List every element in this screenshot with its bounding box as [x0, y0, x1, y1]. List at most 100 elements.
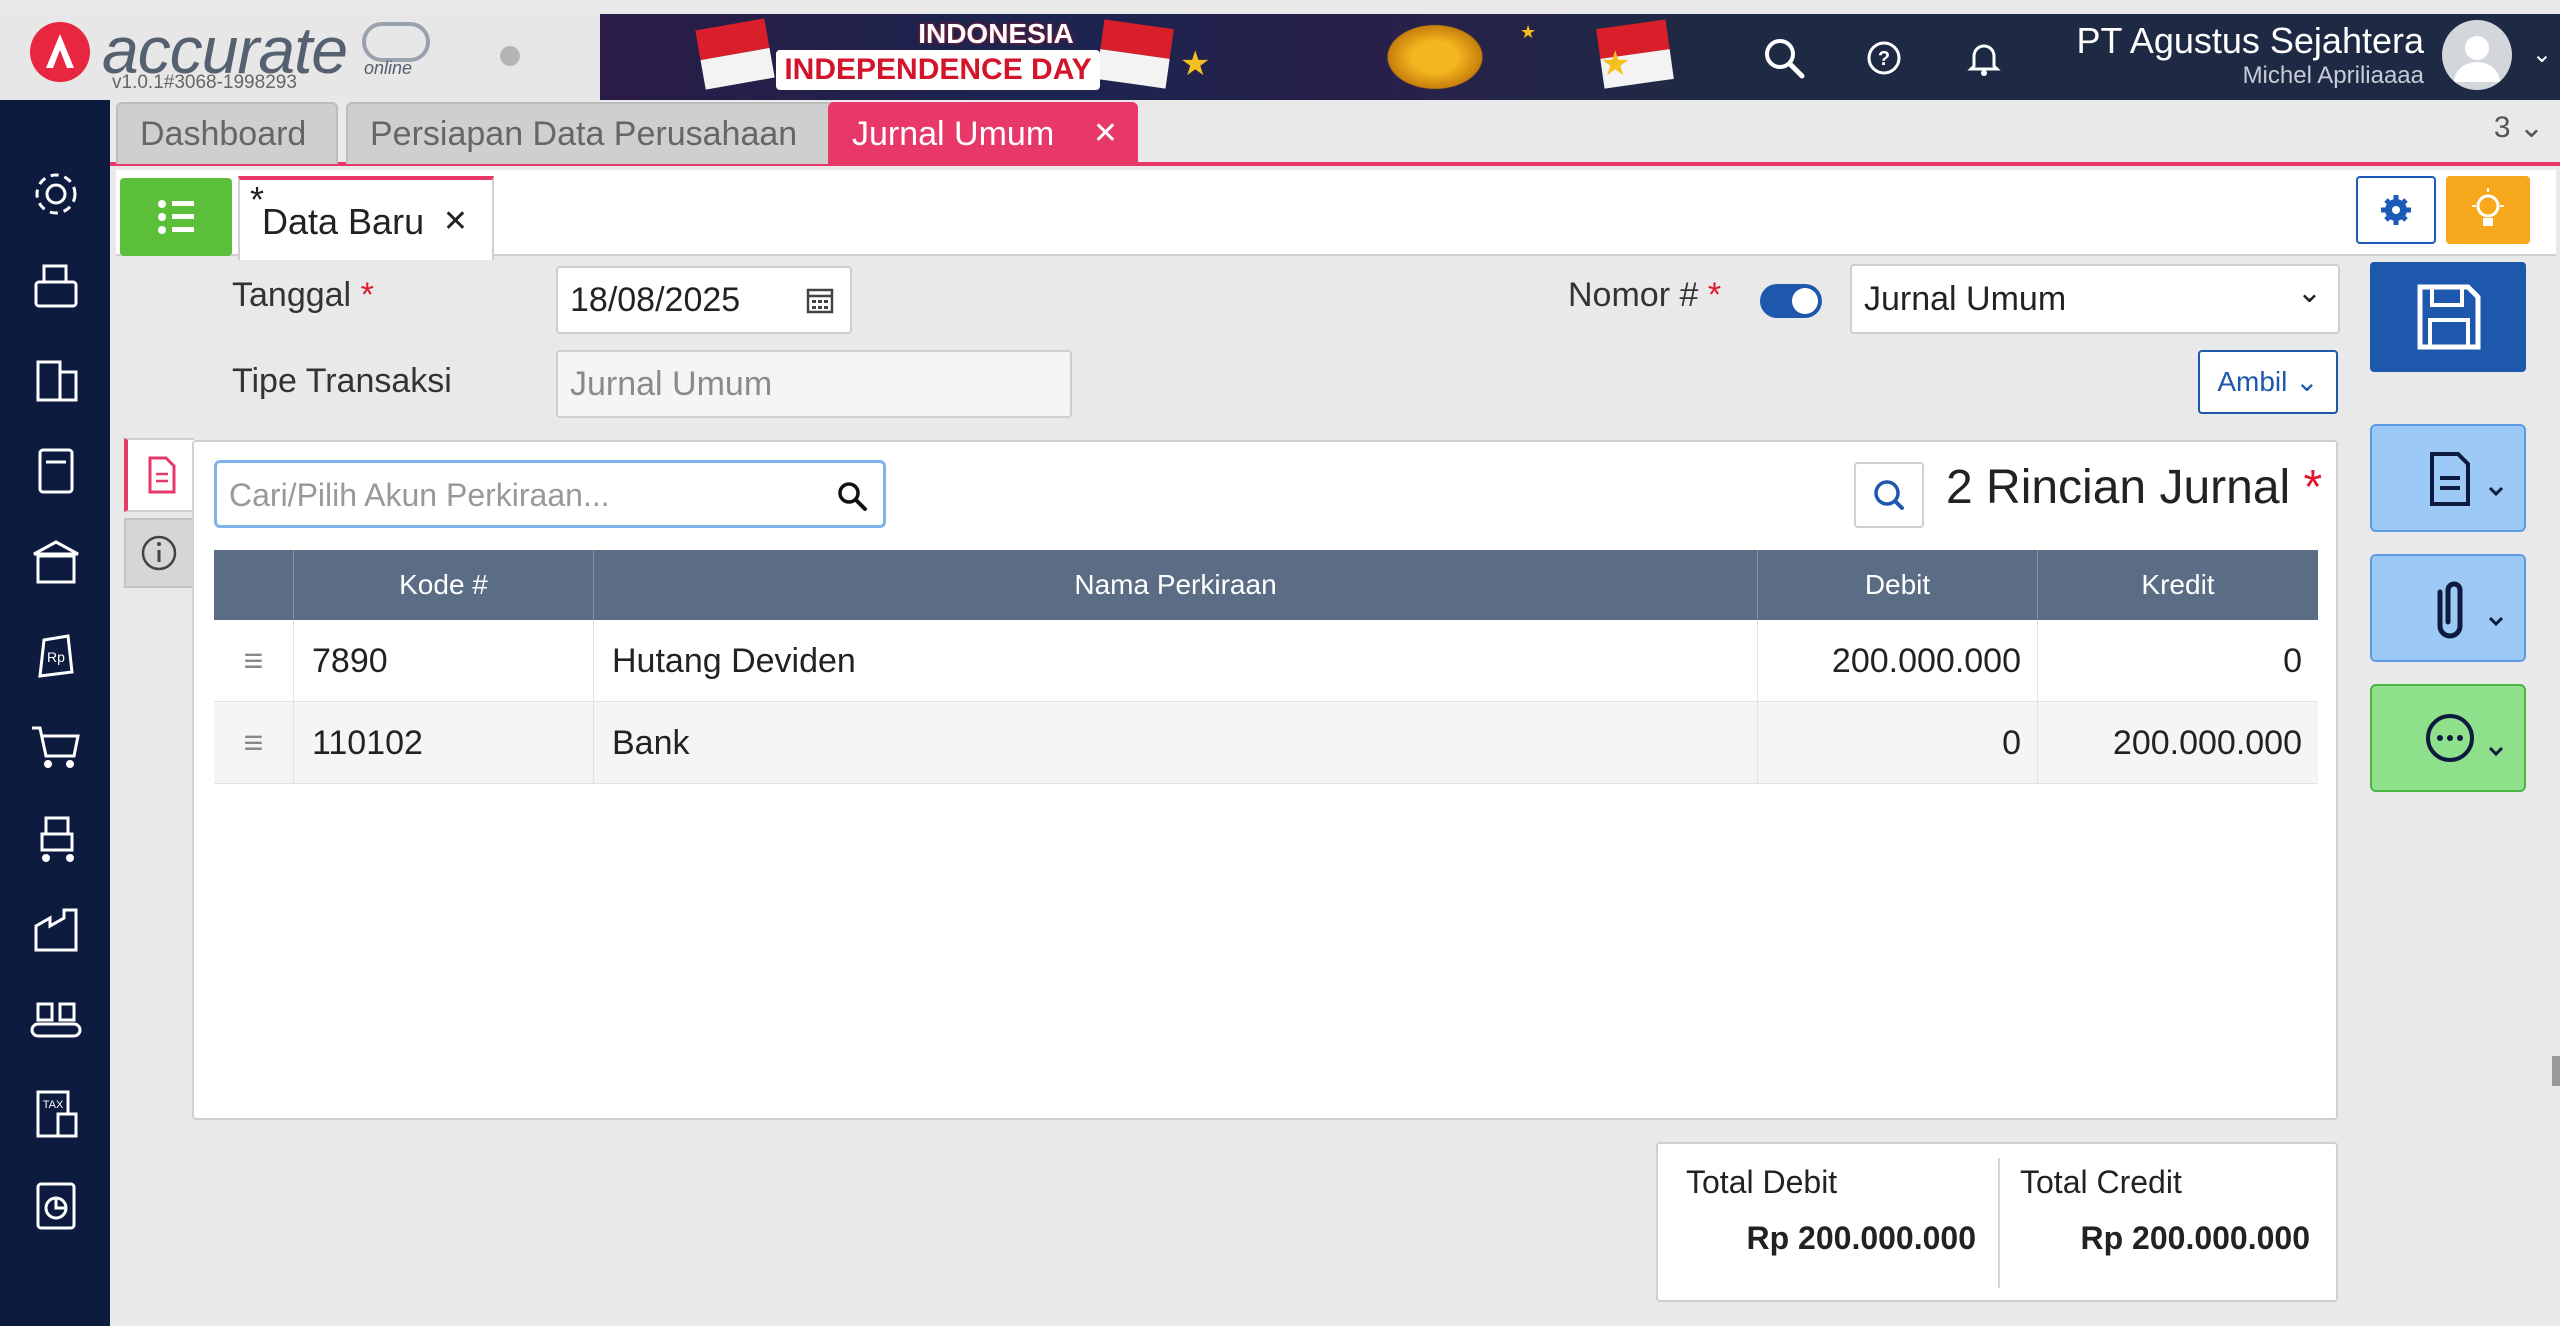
bell-icon[interactable]	[1960, 34, 2008, 82]
cell-nama[interactable]: Hutang Deviden	[594, 620, 1758, 702]
tab-label: Jurnal Umum	[852, 115, 1055, 153]
chevron-down-icon: ⌄	[2296, 276, 2322, 309]
main-content: * Data Baru ✕ Tanggal * 18/08/2025 Nomor…	[110, 166, 2560, 1326]
drag-handle-icon[interactable]: ≡	[214, 620, 294, 702]
column-header-nama[interactable]: Nama Perkiraan	[594, 550, 1758, 620]
money-bag-icon[interactable]: Rp	[28, 626, 84, 682]
totals-box: Total Debit Rp 200.000.000 Total Credit …	[1656, 1142, 2338, 1302]
star-icon: ★	[1520, 22, 1537, 42]
search-placeholder: Cari/Pilih Akun Perkiraan...	[229, 477, 610, 513]
info-icon	[141, 535, 177, 571]
tax-icon[interactable]: TAX	[28, 1086, 84, 1142]
table-row[interactable]: ≡ 110102 Bank 0 200.000.000	[214, 702, 2318, 784]
tab-jurnal-umum[interactable]: Jurnal Umum ✕	[828, 102, 1138, 164]
bank-icon[interactable]	[28, 534, 84, 590]
save-button[interactable]	[2370, 262, 2526, 372]
tab-count-dropdown[interactable]: 3 ⌄	[2494, 110, 2544, 145]
chevron-down-icon: ⌄	[2518, 111, 2544, 144]
close-icon[interactable]: ✕	[1093, 104, 1118, 164]
help-icon[interactable]: ?	[1860, 34, 1908, 82]
required-mark: *	[1707, 276, 1722, 314]
paperclip-icon	[2437, 581, 2504, 639]
cell-debit[interactable]: 0	[1758, 702, 2038, 784]
building-icon[interactable]	[28, 350, 84, 406]
star-icon: ★	[1180, 45, 1211, 83]
fax-icon[interactable]	[28, 258, 84, 314]
nomor-label: Nomor # *	[1568, 276, 1721, 315]
more-options-button[interactable]	[2370, 684, 2526, 792]
search-icon	[1874, 480, 1904, 510]
report-icon[interactable]	[28, 1178, 84, 1234]
detail-tab[interactable]	[124, 438, 194, 512]
tanggal-date-input[interactable]: 18/08/2025	[556, 266, 852, 334]
attachment-menu-button[interactable]	[2370, 554, 2526, 662]
subtab-data-baru[interactable]: * Data Baru ✕	[238, 176, 494, 260]
user-name[interactable]: Michel Apriliaaaa	[2243, 62, 2424, 90]
scrollbar[interactable]	[2552, 1056, 2560, 1086]
table-row[interactable]: ≡ 7890 Hutang Deviden 200.000.000 0	[214, 620, 2318, 702]
search-icon[interactable]	[836, 480, 868, 512]
factory-icon[interactable]	[28, 902, 84, 958]
chevron-down-icon: ⌄	[2295, 366, 2319, 397]
calendar-icon[interactable]	[804, 284, 836, 316]
nomor-value: Jurnal Umum	[1864, 280, 2067, 318]
cell-debit[interactable]: 200.000.000	[1758, 620, 2038, 702]
tipe-transaksi-placeholder: Jurnal Umum	[570, 365, 773, 403]
cart-icon[interactable]	[28, 718, 84, 774]
close-icon[interactable]: ✕	[443, 180, 468, 264]
cell-nama[interactable]: Bank	[594, 702, 1758, 784]
book-icon[interactable]	[28, 442, 84, 498]
total-debit-value: Rp 200.000.000	[1746, 1220, 1977, 1256]
trolley-icon[interactable]	[28, 810, 84, 866]
tipe-transaksi-input[interactable]: Jurnal Umum	[556, 350, 1072, 418]
drag-handle-icon[interactable]: ≡	[214, 702, 294, 784]
sidebar: Rp TAX	[0, 100, 110, 1326]
brand-area[interactable]: accurate online v1.0.1#3068-1998293	[0, 13, 620, 100]
tanggal-value: 18/08/2025	[570, 281, 741, 319]
cell-kredit[interactable]: 200.000.000	[2038, 702, 2318, 784]
top-strip	[0, 0, 2560, 14]
tab-dashboard[interactable]: Dashboard	[116, 102, 338, 164]
gear-icon[interactable]	[28, 166, 84, 222]
auto-number-toggle[interactable]	[1760, 284, 1822, 318]
company-name[interactable]: PT Agustus Sejahtera	[2076, 20, 2424, 62]
document-menu-button[interactable]	[2370, 424, 2526, 532]
avatar[interactable]	[2442, 20, 2512, 90]
column-header-debit[interactable]: Debit	[1758, 550, 2038, 620]
akun-search-input[interactable]: Cari/Pilih Akun Perkiraan...	[214, 460, 886, 528]
cell-kode[interactable]: 7890	[294, 620, 594, 702]
floppy-disk-icon	[2417, 284, 2481, 350]
svg-text:Rp: Rp	[47, 649, 65, 665]
required-mark: *	[360, 276, 374, 314]
tips-button[interactable]	[2446, 176, 2530, 244]
flag-icon	[695, 18, 775, 90]
star-icon: ★	[1600, 45, 1631, 83]
list-button[interactable]	[120, 178, 232, 256]
search-icon[interactable]	[1760, 34, 1808, 82]
info-tab[interactable]	[124, 518, 194, 588]
banner-line2: INDEPENDENCE DAY	[776, 50, 1100, 90]
tanggal-label: Tanggal *	[232, 276, 374, 315]
modified-mark: *	[250, 179, 265, 220]
tab-count: 3	[2493, 111, 2511, 144]
subtab-label: Data Baru	[262, 201, 425, 242]
settings-button[interactable]	[2356, 176, 2436, 244]
document-icon	[2430, 452, 2504, 506]
conveyor-icon[interactable]	[28, 994, 84, 1050]
document-icon	[148, 456, 176, 494]
jurnal-table: Kode # Nama Perkiraan Debit Kredit ≡ 789…	[214, 550, 2318, 1100]
chevron-down-icon[interactable]: ⌄	[2532, 40, 2552, 69]
column-header-kredit[interactable]: Kredit	[2038, 550, 2318, 620]
cell-kredit[interactable]: 0	[2038, 620, 2318, 702]
column-header-kode[interactable]: Kode #	[294, 550, 594, 620]
total-credit-label: Total Credit	[2020, 1164, 2182, 1200]
total-debit-label: Total Debit	[1686, 1164, 1838, 1200]
app: accurate online v1.0.1#3068-1998293 INDO…	[0, 0, 2560, 1326]
sub-tab-bar: * Data Baru ✕	[116, 170, 2556, 260]
nomor-select[interactable]: Jurnal Umum ⌄	[1850, 264, 2340, 334]
logo-online-text: online	[364, 58, 413, 78]
ambil-button[interactable]: Ambil ⌄	[2198, 350, 2338, 414]
totals-divider	[1998, 1158, 2000, 1288]
cell-kode[interactable]: 110102	[294, 702, 594, 784]
search-detail-button[interactable]	[1854, 462, 1924, 528]
